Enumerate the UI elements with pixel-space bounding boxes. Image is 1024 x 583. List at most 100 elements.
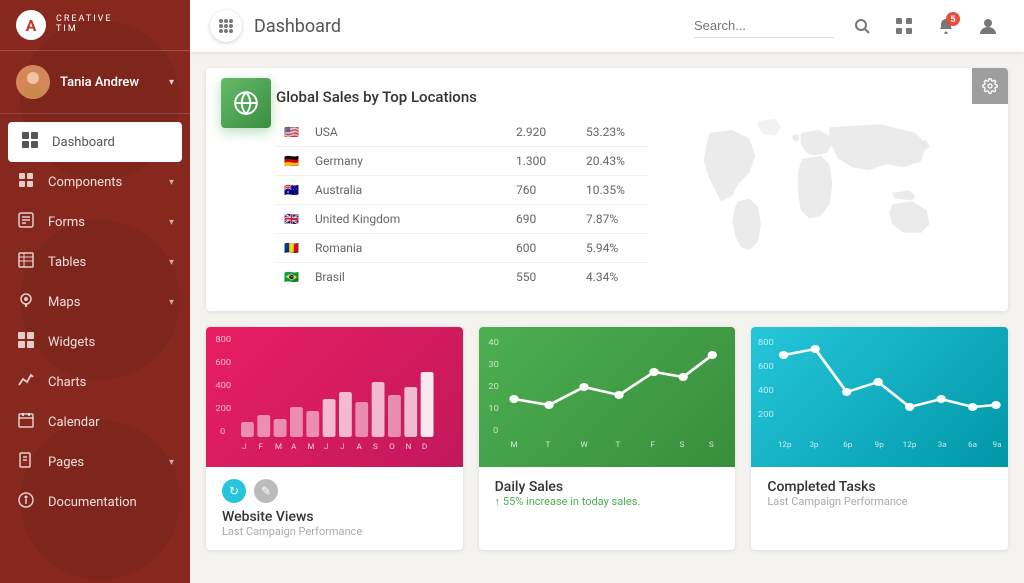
table-row: 🇬🇧 United Kingdom 690 7.87% bbox=[276, 205, 648, 234]
header-icons: 5 bbox=[846, 10, 1004, 42]
chart-subtitle: ↑ 55% increase in today sales. bbox=[495, 495, 720, 508]
header: Dashboard 5 bbox=[190, 0, 1024, 52]
settings-button[interactable] bbox=[972, 68, 1008, 104]
sidebar-item-forms[interactable]: Forms ▾ bbox=[0, 202, 190, 242]
country-flag: 🇺🇸 bbox=[276, 118, 307, 147]
tables-icon bbox=[16, 252, 36, 272]
svg-text:M: M bbox=[275, 443, 282, 451]
svg-text:O: O bbox=[389, 443, 395, 451]
sidebar-item-components[interactable]: Components ▾ bbox=[0, 162, 190, 202]
svg-text:12p: 12p bbox=[778, 441, 792, 449]
svg-text:W: W bbox=[580, 441, 588, 449]
calendar-icon bbox=[16, 412, 36, 432]
search-input[interactable] bbox=[694, 14, 834, 38]
dashboard-icon bbox=[20, 132, 40, 152]
svg-text:400: 400 bbox=[758, 387, 774, 396]
sidebar-item-label: Calendar bbox=[48, 415, 174, 430]
expand-icon: ▾ bbox=[169, 177, 174, 188]
sidebar-item-charts[interactable]: Charts bbox=[0, 362, 190, 402]
sales-percent: 7.87% bbox=[578, 205, 648, 234]
table-row: 🇦🇺 Australia 760 10.35% bbox=[276, 176, 648, 205]
svg-text:12p: 12p bbox=[903, 441, 917, 449]
sidebar-item-label: Pages bbox=[48, 455, 169, 470]
table-row: 🇺🇸 USA 2.920 53.23% bbox=[276, 118, 648, 147]
table-row: 🇧🇷 Brasil 550 4.34% bbox=[276, 263, 648, 292]
sales-percent: 20.43% bbox=[578, 147, 648, 176]
sidebar-user[interactable]: Tania Andrew ▾ bbox=[0, 51, 190, 114]
user-name: Tania Andrew bbox=[60, 75, 139, 90]
edit-button[interactable]: ✎ bbox=[254, 479, 278, 503]
country-flag: 🇷🇴 bbox=[276, 234, 307, 263]
chart-subtitle: Last Campaign Performance bbox=[222, 525, 447, 538]
pages-icon bbox=[16, 452, 36, 472]
svg-text:9a: 9a bbox=[993, 441, 1002, 449]
apps-button[interactable] bbox=[888, 10, 920, 42]
daily-sales-card: 40 30 20 10 0 bbox=[479, 327, 736, 550]
sidebar-logo: A CREATIVE TIM bbox=[0, 0, 190, 51]
svg-text:0: 0 bbox=[220, 428, 225, 437]
country-flag: 🇧🇷 bbox=[276, 263, 307, 292]
country-flag: 🇬🇧 bbox=[276, 205, 307, 234]
main-area: Dashboard 5 bbox=[190, 0, 1024, 583]
sidebar-item-maps[interactable]: Maps ▾ bbox=[0, 282, 190, 322]
svg-text:600: 600 bbox=[215, 359, 231, 368]
user-caret-icon: ▾ bbox=[169, 77, 174, 88]
svg-text:S: S bbox=[373, 443, 378, 451]
expand-icon: ▾ bbox=[169, 297, 174, 308]
menu-button[interactable] bbox=[210, 10, 242, 42]
country-name: USA bbox=[307, 118, 508, 147]
daily-sales-chart: 40 30 20 10 0 bbox=[479, 327, 736, 467]
sidebar-item-label: Widgets bbox=[48, 335, 174, 350]
country-name: Germany bbox=[307, 147, 508, 176]
global-sales-card: Global Sales by Top Locations 🇺🇸 USA 2.9… bbox=[206, 68, 1008, 311]
sidebar: A CREATIVE TIM Tania Andrew ▾ Dashboard bbox=[0, 0, 190, 583]
sales-value: 1.300 bbox=[508, 147, 578, 176]
expand-icon: ▾ bbox=[169, 257, 174, 268]
sidebar-item-label: Charts bbox=[48, 375, 174, 390]
chart-title: Website Views bbox=[222, 509, 447, 525]
svg-text:200: 200 bbox=[758, 411, 774, 420]
country-flag: 🇦🇺 bbox=[276, 176, 307, 205]
logo-circle: A bbox=[16, 10, 46, 40]
chart-actions: ↻ ✎ bbox=[222, 479, 447, 503]
sidebar-item-label: Documentation bbox=[48, 495, 174, 510]
expand-icon: ▾ bbox=[169, 457, 174, 468]
sidebar-item-calendar[interactable]: Calendar bbox=[0, 402, 190, 442]
sidebar-item-label: Tables bbox=[48, 255, 169, 270]
sales-percent: 5.94% bbox=[578, 234, 648, 263]
svg-text:D: D bbox=[422, 443, 427, 451]
refresh-button[interactable]: ↻ bbox=[222, 479, 246, 503]
svg-text:10: 10 bbox=[488, 405, 499, 414]
logo-letter: A bbox=[26, 16, 37, 35]
sales-value: 600 bbox=[508, 234, 578, 263]
notifications-button[interactable]: 5 bbox=[930, 10, 962, 42]
sales-value: 690 bbox=[508, 205, 578, 234]
svg-text:800: 800 bbox=[758, 339, 774, 348]
svg-text:400: 400 bbox=[215, 382, 231, 391]
country-flag: 🇩🇪 bbox=[276, 147, 307, 176]
svg-text:T: T bbox=[615, 441, 620, 449]
sales-value: 760 bbox=[508, 176, 578, 205]
sidebar-nav: Dashboard Components ▾ Forms ▾ Tables ▾ bbox=[0, 114, 190, 583]
sidebar-item-widgets[interactable]: Widgets bbox=[0, 322, 190, 362]
forms-icon bbox=[16, 212, 36, 232]
svg-text:600: 600 bbox=[758, 363, 774, 372]
sidebar-item-label: Forms bbox=[48, 215, 169, 230]
charts-icon bbox=[16, 372, 36, 392]
avatar bbox=[16, 65, 50, 99]
sidebar-item-documentation[interactable]: Documentation bbox=[0, 482, 190, 522]
documentation-icon bbox=[16, 492, 36, 512]
sidebar-item-pages[interactable]: Pages ▾ bbox=[0, 442, 190, 482]
svg-text:N: N bbox=[406, 443, 412, 451]
search-box bbox=[694, 14, 834, 38]
world-map-area bbox=[648, 88, 988, 291]
svg-text:9p: 9p bbox=[875, 441, 884, 449]
user-menu-button[interactable] bbox=[972, 10, 1004, 42]
sidebar-item-dashboard[interactable]: Dashboard bbox=[8, 122, 182, 162]
sidebar-item-tables[interactable]: Tables ▾ bbox=[0, 242, 190, 282]
chart-subtitle: Last Campaign Performance bbox=[767, 495, 992, 508]
svg-text:800: 800 bbox=[215, 336, 231, 345]
svg-text:3p: 3p bbox=[810, 441, 819, 449]
maps-icon bbox=[16, 292, 36, 312]
search-button[interactable] bbox=[846, 10, 878, 42]
